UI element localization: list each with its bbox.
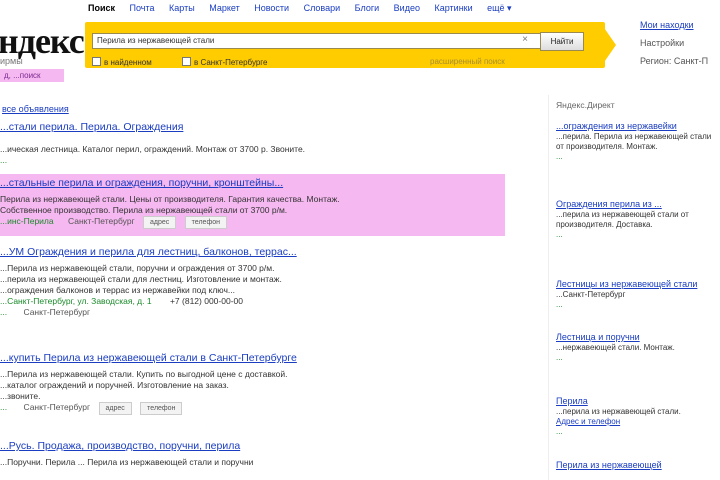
right-ad-text: ...Санкт-Петербург (556, 290, 626, 299)
right-ad-text: ...нержавеющей стали. Монтаж. (556, 343, 675, 352)
right-ad-item: Лестницы из нержавеющей стали ...Санкт-П… (556, 279, 720, 310)
result-title-link[interactable]: ...стали перила. Перила. Ограждения (0, 121, 183, 133)
nav-item-news[interactable]: Новости (254, 3, 301, 13)
phone-pill[interactable]: телефон (140, 402, 183, 415)
nav-item-images[interactable]: Картинки (434, 3, 484, 13)
result-city: Санкт-Петербург (23, 307, 91, 317)
checkbox-in-found[interactable]: в найденном (92, 57, 152, 67)
region-link[interactable]: Регион: Санкт-П (640, 56, 708, 66)
right-ad-url[interactable]: ... (556, 300, 720, 310)
right-ad-title-link[interactable]: Перила (556, 396, 588, 406)
top-nav: Поиск Почта Карты Маркет Новости Словари… (88, 3, 524, 17)
search-input[interactable]: Перила из нержавеющей стали (92, 33, 542, 49)
result-url[interactable]: ... (0, 155, 505, 166)
advanced-search-link[interactable]: расширенный поиск (430, 57, 505, 66)
right-ad-title-link[interactable]: Лестница и поручни (556, 332, 640, 342)
result-snippet: ...ическая лестница. Каталог перил, огра… (0, 144, 306, 154)
right-ad-title-link[interactable]: ...ограждения из нержавейки (556, 121, 677, 131)
result-snippet: Собственное производство. Перила из нерж… (0, 205, 288, 215)
region-pill[interactable]: д, ...поиск (0, 69, 64, 82)
result-snippet: ...каталог ограждений и поручней. Изгото… (0, 380, 229, 390)
column-divider (548, 95, 549, 480)
result-title-link[interactable]: ...купить Перила из нержавеющей стали в … (0, 352, 297, 364)
result-snippet: Перила из нержавеющей стали. Цены от про… (0, 194, 340, 204)
search-band-arrow (600, 22, 616, 68)
right-ad-url[interactable]: ... (556, 230, 720, 240)
right-ad-item: ...ограждения из нержавейки ...перила. П… (556, 121, 720, 162)
result-title-link[interactable]: ...Русь. Продажа, производство, поручни,… (0, 440, 240, 452)
result-item: ...УМ Ограждения и перила для лестниц, б… (0, 246, 505, 318)
checkbox-icon[interactable] (182, 57, 191, 66)
result-item: ...купить Перила из нержавеющей стали в … (0, 352, 505, 415)
result-phone: +7 (812) 000-00-00 (169, 296, 243, 306)
checkbox-region[interactable]: в Санкт-Петербурге (182, 57, 268, 67)
phone-pill[interactable]: телефон (184, 216, 227, 229)
right-ad-item: Ограждения перила из ... ...перила из не… (556, 199, 720, 240)
my-finds-link[interactable]: Мои находки (640, 20, 694, 30)
result-item: ...стали перила. Перила. Ограждения ...и… (0, 121, 505, 166)
right-ad-item: Лестница и поручни ...нержавеющей стали.… (556, 332, 720, 363)
nav-item-video[interactable]: Видео (394, 3, 432, 13)
right-ad-item: Перила из нержавеющей (556, 460, 720, 471)
right-ad-text: ...перила из нержавеющей стали. (556, 407, 681, 416)
right-ad-url[interactable]: ... (556, 353, 720, 363)
result-item: ...Русь. Продажа, производство, поручни,… (0, 440, 505, 468)
address-pill[interactable]: адрес (98, 402, 132, 415)
result-snippet: ...Поручни. Перила ... Перила из нержаве… (0, 457, 254, 467)
result-snippet: ...ограждения балконов и террас из нержа… (0, 285, 236, 295)
right-ad-url[interactable]: ... (556, 427, 720, 437)
result-snippet: ...звоните. (0, 391, 41, 401)
nav-item-dicts[interactable]: Словари (304, 3, 353, 13)
checkbox-icon[interactable] (92, 57, 101, 66)
result-url[interactable]: ... (0, 402, 7, 412)
nav-item-mail[interactable]: Почта (130, 3, 167, 13)
right-ad-contact-link[interactable]: Адрес и телефон (556, 417, 620, 426)
result-url[interactable]: ...инс-Перила (0, 216, 54, 226)
right-ad-text: ...перила. Перила из нержавеющей стали о… (556, 132, 712, 151)
right-ad-url[interactable]: ... (556, 152, 720, 162)
nav-item-search[interactable]: Поиск (88, 3, 115, 13)
result-title-link[interactable]: ...стальные перила и ограждения, поручни… (0, 177, 283, 189)
settings-link[interactable]: Настройки (640, 38, 684, 48)
search-button[interactable]: Найти (540, 32, 584, 51)
nav-item-more[interactable]: ещё ▾ (487, 3, 523, 13)
right-ad-text: ...перила из нержавеющей стали от произв… (556, 210, 689, 229)
checkbox-label: в Санкт-Петербурге (194, 58, 268, 67)
nav-item-blogs[interactable]: Блоги (355, 3, 391, 13)
result-snippet: ...перила из нержавеющей стали для лестн… (0, 274, 282, 284)
result-title-link[interactable]: ...УМ Ограждения и перила для лестниц, б… (0, 246, 297, 258)
all-ads-link[interactable]: все объявления (2, 104, 69, 114)
logo-subtitle: ирмы (0, 56, 23, 66)
address-pill[interactable]: адрес (143, 216, 177, 229)
right-ads-header: Яндекс.Директ (556, 100, 615, 110)
clear-icon[interactable]: × (519, 33, 531, 47)
right-ad-item: Перила ...перила из нержавеющей стали. А… (556, 396, 720, 437)
result-url[interactable]: ...Санкт-Петербург, ул. Заводская, д. 1 (0, 296, 152, 306)
nav-item-maps[interactable]: Карты (169, 3, 207, 13)
result-city: Санкт-Петербург (23, 402, 91, 412)
result-city: Санкт-Петербург (67, 216, 135, 226)
right-ad-title-link[interactable]: Перила из нержавеющей (556, 460, 662, 470)
right-ad-title-link[interactable]: Лестницы из нержавеющей стали (556, 279, 697, 289)
result-snippet: ...Перила из нержавеющей стали. Купить п… (0, 369, 288, 379)
result-item-highlighted: ...стальные перила и ограждения, поручни… (0, 174, 505, 236)
result-url[interactable]: ... (0, 307, 7, 317)
result-snippet: ...Перила из нержавеющей стали, поручни … (0, 263, 275, 273)
checkbox-label: в найденном (104, 58, 152, 67)
right-ad-title-link[interactable]: Ограждения перила из ... (556, 199, 662, 209)
nav-item-market[interactable]: Маркет (209, 3, 251, 13)
